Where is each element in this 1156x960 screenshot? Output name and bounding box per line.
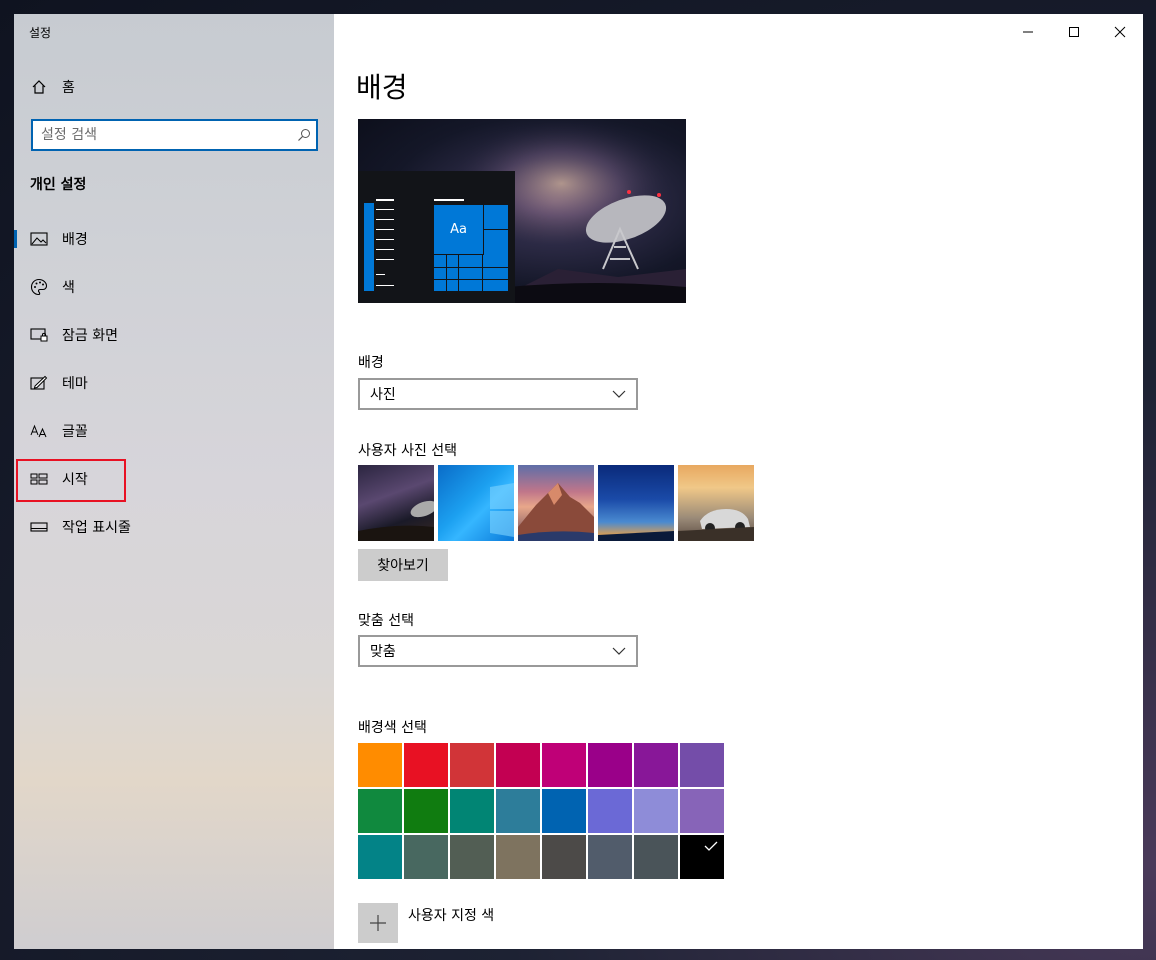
color-swatch[interactable] [542, 835, 586, 879]
background-dropdown[interactable]: 사진 [358, 378, 638, 410]
minimize-button[interactable] [1005, 16, 1051, 48]
search-box[interactable] [31, 119, 318, 151]
picture-thumbnail[interactable] [438, 465, 514, 541]
home-icon [30, 78, 48, 96]
fit-label: 맞춤 선택 [358, 613, 414, 629]
color-swatch[interactable] [588, 743, 632, 787]
fit-dropdown[interactable]: 맞춤 [358, 635, 638, 667]
preview-tile: Aa [434, 205, 484, 255]
color-swatch[interactable] [542, 743, 586, 787]
browse-button[interactable]: 찾아보기 [358, 549, 448, 581]
lock-screen-icon [30, 326, 48, 344]
picture-thumbnail[interactable] [678, 465, 754, 541]
nav-item-taskbar[interactable]: 작업 표시줄 [14, 507, 334, 547]
color-swatch[interactable] [404, 835, 448, 879]
color-swatch[interactable] [634, 743, 678, 787]
color-swatch[interactable] [358, 789, 402, 833]
color-swatch[interactable] [358, 835, 402, 879]
fit-dropdown-value: 맞춤 [370, 644, 396, 660]
picture-thumbnail[interactable] [598, 465, 674, 541]
color-swatch[interactable] [634, 789, 678, 833]
close-icon [1114, 26, 1126, 38]
color-swatch[interactable] [450, 835, 494, 879]
custom-color-label: 사용자 지정 색 [408, 908, 495, 924]
nav-item-label: 작업 표시줄 [62, 520, 131, 536]
minimize-icon [1023, 31, 1033, 33]
taskbar-icon [30, 518, 48, 536]
highlight-box [16, 459, 126, 502]
picture-icon [30, 230, 48, 248]
close-button[interactable] [1097, 16, 1143, 48]
sidebar: 설정 홈 개인 설정 배경 색 [14, 14, 334, 949]
theme-icon [30, 374, 48, 392]
nav-item-background[interactable]: 배경 [14, 219, 334, 259]
search-icon[interactable] [292, 128, 316, 142]
color-swatch[interactable] [358, 743, 402, 787]
nav-item-label: 잠금 화면 [62, 328, 118, 344]
color-swatch[interactable] [496, 789, 540, 833]
section-title: 개인 설정 [30, 177, 87, 193]
picture-thumbnail[interactable] [518, 465, 594, 541]
color-swatch[interactable] [680, 835, 724, 879]
maximize-button[interactable] [1051, 16, 1097, 48]
settings-window: 설정 홈 개인 설정 배경 색 [14, 14, 1143, 949]
chevron-down-icon [612, 647, 626, 655]
color-label: 배경색 선택 [358, 720, 427, 736]
palette-icon [30, 278, 48, 296]
app-title: 설정 [29, 26, 52, 40]
start-menu-mockup: Aa [358, 171, 515, 303]
choose-picture-label: 사용자 사진 선택 [358, 443, 458, 459]
color-swatch[interactable] [496, 743, 540, 787]
color-swatch[interactable] [404, 789, 448, 833]
background-preview: Aa [358, 119, 686, 303]
maximize-icon [1069, 27, 1079, 37]
plus-icon [370, 915, 386, 931]
nav-item-lock-screen[interactable]: 잠금 화면 [14, 315, 334, 355]
color-swatch[interactable] [680, 743, 724, 787]
color-swatch[interactable] [404, 743, 448, 787]
color-swatch[interactable] [496, 835, 540, 879]
color-swatch[interactable] [542, 789, 586, 833]
color-swatch[interactable] [634, 835, 678, 879]
color-swatch[interactable] [680, 789, 724, 833]
picture-thumbnail[interactable] [358, 465, 434, 541]
color-swatch[interactable] [450, 743, 494, 787]
color-swatch[interactable] [588, 789, 632, 833]
nav-item-label: 색 [62, 280, 75, 296]
nav-item-theme[interactable]: 테마 [14, 363, 334, 403]
checkmark-icon [704, 841, 718, 851]
nav-item-label: 배경 [62, 232, 88, 248]
nav-item-color[interactable]: 색 [14, 267, 334, 307]
nav-home[interactable]: 홈 [14, 67, 334, 107]
nav-item-label: 글꼴 [62, 424, 88, 440]
color-swatch[interactable] [450, 789, 494, 833]
nav-home-label: 홈 [62, 80, 75, 96]
nav-item-label: 테마 [62, 376, 88, 392]
color-swatch[interactable] [588, 835, 632, 879]
background-label: 배경 [358, 355, 384, 371]
search-input[interactable] [33, 121, 292, 149]
nav-item-fonts[interactable]: 글꼴 [14, 411, 334, 451]
chevron-down-icon [612, 390, 626, 398]
font-icon [30, 422, 48, 440]
custom-color-button[interactable] [358, 903, 398, 943]
background-dropdown-value: 사진 [370, 387, 396, 403]
main-panel: 배경 Aa 배경 사진 사용자 사진 선택 찾아보기 맞춤 선택 맞춤 배경색 … [334, 14, 1143, 949]
page-title: 배경 [356, 71, 408, 104]
